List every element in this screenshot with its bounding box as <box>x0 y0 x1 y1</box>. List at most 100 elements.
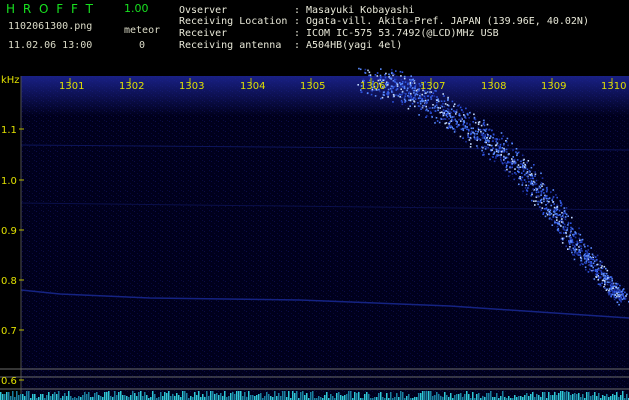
echo-dot <box>573 258 576 261</box>
echo-dot <box>522 167 525 170</box>
echo-dot <box>600 271 603 274</box>
echo-dot <box>539 206 541 208</box>
noise-bar <box>228 396 230 400</box>
noise-bar <box>280 396 282 400</box>
echo-dot <box>470 132 472 135</box>
echo-dot <box>540 198 543 201</box>
echo-dot <box>500 158 502 161</box>
echo-dot <box>577 254 580 256</box>
echo-dot <box>481 137 484 139</box>
echo-dot <box>401 101 404 103</box>
noise-bar <box>18 395 20 400</box>
echo-dot <box>390 89 393 92</box>
echo-dot <box>517 164 520 166</box>
echo-dot <box>535 191 538 194</box>
echo-dot <box>515 151 517 153</box>
echo-dot <box>488 153 490 155</box>
echo-dot <box>533 200 535 202</box>
echo-dot <box>488 144 491 146</box>
echo-dot <box>529 174 531 176</box>
echo-dot <box>567 215 569 217</box>
echo-dot <box>546 200 549 202</box>
echo-dot <box>478 121 481 123</box>
echo-dot <box>625 295 627 297</box>
echo-dot <box>462 120 465 123</box>
noise-bar <box>440 396 442 400</box>
echo-dot <box>601 282 603 284</box>
echo-dot <box>385 72 387 75</box>
echo-dot <box>599 264 601 266</box>
echo-dot <box>364 72 367 74</box>
noise-bar <box>312 391 314 400</box>
echo-dot <box>453 103 456 105</box>
echo-dot <box>549 209 552 212</box>
noise-bar <box>482 396 484 400</box>
echo-dot <box>527 177 530 180</box>
time-tick-label: 1306 <box>360 81 385 92</box>
noise-bar <box>214 394 216 400</box>
echo-dot <box>434 122 436 124</box>
echo-dot <box>557 214 560 217</box>
noise-bar <box>238 391 240 400</box>
noise-bar <box>332 396 334 400</box>
noise-bar <box>160 392 162 400</box>
echo-dot <box>464 125 467 127</box>
echo-dot <box>541 185 543 187</box>
frequency-tick-label: 0.6 <box>1 376 17 387</box>
noise-bar <box>168 391 170 400</box>
echo-dot <box>526 190 529 192</box>
echo-dot <box>390 68 393 71</box>
echo-dot <box>587 245 589 247</box>
echo-dot <box>392 101 394 103</box>
echo-dot <box>469 124 471 126</box>
echo-dot <box>548 213 550 215</box>
echo-dot <box>481 149 483 152</box>
echo-dot <box>574 249 576 251</box>
noise-bar <box>490 391 492 400</box>
echo-dot <box>597 269 600 271</box>
noise-bar <box>446 395 448 400</box>
echo-dot <box>473 136 476 138</box>
noise-bar <box>138 392 140 400</box>
echo-dot <box>596 258 598 261</box>
noise-bar <box>402 392 404 400</box>
echo-dot <box>421 97 424 100</box>
echo-dot <box>425 105 427 108</box>
echo-dot <box>532 177 535 180</box>
echo-dot <box>600 266 602 269</box>
echo-dot <box>525 172 528 175</box>
noise-bar <box>284 391 286 400</box>
echo-dot <box>455 120 457 122</box>
noise-bar <box>4 394 6 400</box>
noise-bar <box>408 394 410 400</box>
noise-bar <box>12 391 14 400</box>
noise-bar <box>134 393 136 400</box>
noise-bar <box>538 395 540 400</box>
echo-dot <box>477 129 480 131</box>
echo-dot <box>582 263 584 266</box>
echo-dot <box>516 154 518 157</box>
echo-dot <box>511 142 513 145</box>
echo-dot <box>520 160 522 163</box>
echo-dot <box>579 264 582 266</box>
echo-dot <box>498 147 501 149</box>
echo-dot <box>468 117 470 119</box>
echo-dot <box>409 78 411 81</box>
noise-bar <box>590 396 592 400</box>
echo-dot <box>589 268 591 270</box>
echo-dot <box>417 102 419 104</box>
echo-dot <box>389 77 391 79</box>
echo-dot <box>459 135 462 138</box>
echo-dot <box>414 105 416 108</box>
echo-dot <box>577 232 580 235</box>
echo-dot <box>615 282 617 285</box>
echo-dot <box>511 160 514 163</box>
echo-dot <box>613 296 616 298</box>
noise-bar <box>88 392 90 400</box>
echo-dot <box>523 158 525 161</box>
echo-dot <box>469 137 472 139</box>
echo-dot <box>558 209 561 212</box>
echo-dot <box>470 127 473 130</box>
noise-bar <box>208 396 210 400</box>
echo-dot <box>507 144 509 147</box>
